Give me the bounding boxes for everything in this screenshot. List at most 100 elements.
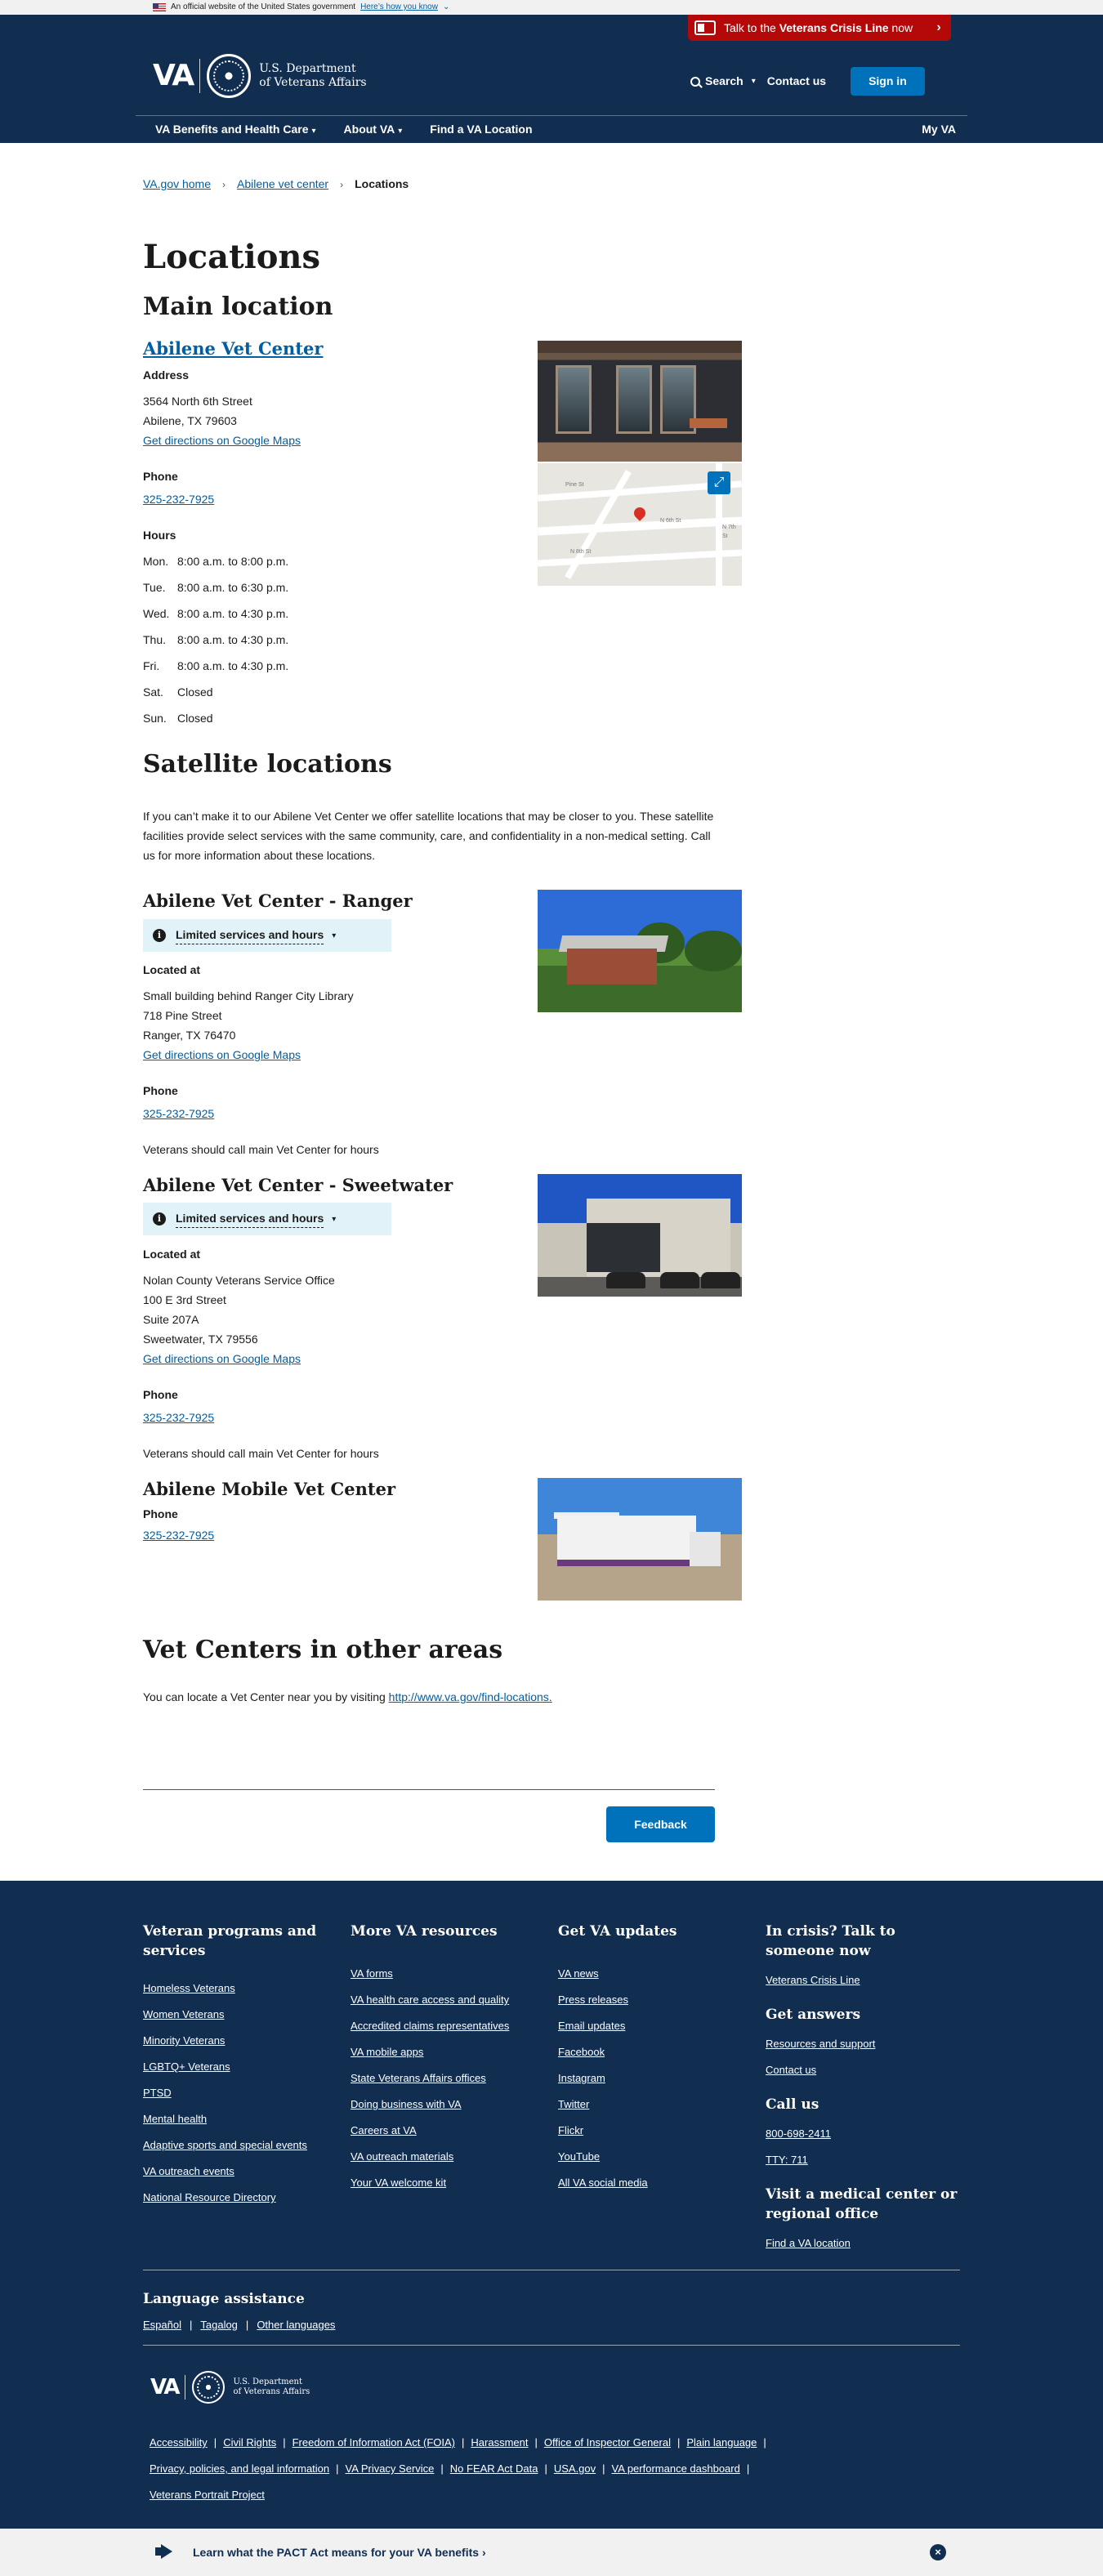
footer-link[interactable]: Office of Inspector General <box>544 2430 671 2456</box>
address-line: Nolan County Veterans Service Office <box>143 1274 335 1287</box>
footer-heading: Language assistance <box>143 2291 305 2307</box>
language-link[interactable]: Other languages <box>257 2317 335 2333</box>
footer-link[interactable]: 800-698-2411 <box>766 2127 831 2140</box>
heres-how-you-know-link[interactable]: Here’s how you know <box>360 0 438 15</box>
footer-link[interactable]: PTSD <box>143 2087 172 2099</box>
va-wordmark: VA <box>150 2374 181 2400</box>
footer-link[interactable]: Find a VA location <box>766 2237 851 2249</box>
language-link[interactable]: Tagalog <box>200 2317 238 2333</box>
footer-link[interactable]: VA news <box>558 1967 599 1980</box>
ranger-photo <box>538 890 742 1012</box>
footer-link[interactable]: Careers at VA <box>351 2124 417 2136</box>
limited-services-toggle[interactable]: i Limited services and hours ▾ <box>143 919 391 952</box>
sign-in-button[interactable]: Sign in <box>851 67 925 96</box>
breadcrumb-home[interactable]: VA.gov home <box>143 176 211 193</box>
footer-link[interactable]: LGBTQ+ Veterans <box>143 2060 230 2073</box>
breadcrumb: VA.gov home › Abilene vet center › Locat… <box>143 176 409 193</box>
footer-link[interactable]: National Resource Directory <box>143 2191 276 2203</box>
close-icon[interactable]: × <box>930 2544 946 2560</box>
hours-table: Mon. 8:00 a.m. to 8:00 p.m. Tue. 8:00 a.m.… <box>143 548 301 731</box>
expand-map-icon[interactable]: ⤢ <box>708 471 730 494</box>
phone-link[interactable]: 325-232-7925 <box>143 1411 214 1424</box>
footer-link[interactable]: VA outreach materials <box>351 2150 453 2163</box>
footer-link[interactable]: Women Veterans <box>143 2008 224 2020</box>
phone-link[interactable]: 325-232-7925 <box>143 1107 214 1120</box>
footer-link[interactable]: Contact us <box>766 2064 816 2076</box>
my-va-link[interactable]: My VA <box>922 116 956 142</box>
footer-link[interactable]: VA performance dashboard <box>612 2456 740 2482</box>
nav-item-find-location[interactable]: Find a VA Location <box>430 116 532 145</box>
location-map[interactable]: Pine St N 6th St N 8th St N 7th St ⤢ <box>538 463 742 586</box>
footer-link[interactable]: Accredited claims representatives <box>351 2020 509 2032</box>
footer-link[interactable]: Freedom of Information Act (FOIA) <box>292 2430 455 2456</box>
footer-link[interactable]: Veterans Crisis Line <box>766 1974 860 1986</box>
crisis-line-button[interactable]: Talk to the Veterans Crisis Line now › <box>688 15 951 41</box>
footer-link[interactable]: Plain language <box>686 2430 757 2456</box>
footer-link[interactable]: USA.gov <box>554 2456 596 2482</box>
footer-link[interactable]: Veterans Portrait Project <box>150 2482 265 2508</box>
limited-services-toggle[interactable]: i Limited services and hours ▾ <box>143 1203 391 1235</box>
main-location-heading: Main location <box>143 292 333 321</box>
satellite-heading: Satellite locations <box>143 750 392 779</box>
footer-link[interactable]: VA outreach events <box>143 2165 234 2177</box>
footer-link[interactable]: Email updates <box>558 2020 625 2032</box>
chevron-down-icon: ▾ <box>398 127 403 136</box>
footer-link[interactable]: Privacy, policies, and legal information <box>150 2456 329 2482</box>
footer-link[interactable]: Civil Rights <box>223 2430 276 2456</box>
phone-link[interactable]: 325-232-7925 <box>143 1529 214 1542</box>
footer-link[interactable]: YouTube <box>558 2150 600 2163</box>
footer-link[interactable]: VA mobile apps <box>351 2046 423 2058</box>
directions-link[interactable]: Get directions on Google Maps <box>143 434 301 447</box>
footer-link[interactable]: VA forms <box>351 1967 393 1980</box>
breadcrumb-vet-center[interactable]: Abilene vet center <box>237 176 328 193</box>
footer-link[interactable]: Adaptive sports and special events <box>143 2139 307 2151</box>
footer-heading: More VA resources <box>351 1923 498 1940</box>
chevron-right-icon: › <box>936 20 941 34</box>
footer-link[interactable]: Flickr <box>558 2124 583 2136</box>
footer-heading: Get answers <box>766 2007 861 2023</box>
footer-link[interactable]: Doing business with VA <box>351 2098 462 2110</box>
footer-link[interactable]: VA Privacy Service <box>346 2456 435 2482</box>
pact-act-link[interactable]: Learn what the PACT Act means for your V… <box>193 2544 486 2561</box>
footer-link[interactable]: TTY: 711 <box>766 2154 808 2166</box>
footer-link[interactable]: Resources and support <box>766 2038 875 2050</box>
footer-link[interactable]: Instagram <box>558 2072 605 2084</box>
search-button[interactable]: Search ▾ <box>690 73 756 90</box>
main-location-name-link[interactable]: Abilene Vet Center <box>143 336 323 362</box>
official-gov-banner: An official website of the United States… <box>0 0 1103 15</box>
feedback-button[interactable]: Feedback <box>606 1806 715 1842</box>
footer-link[interactable]: Accessibility <box>150 2430 208 2456</box>
directions-link[interactable]: Get directions on Google Maps <box>143 1048 301 1061</box>
footer-link[interactable]: Harassment <box>471 2430 528 2456</box>
va-logo[interactable]: VA U.S. Department of Veterans Affairs <box>153 54 367 98</box>
nav-item-about[interactable]: About VA ▾ <box>344 116 403 145</box>
footer-link[interactable]: Twitter <box>558 2098 589 2110</box>
footer-link[interactable]: State Veterans Affairs offices <box>351 2072 486 2084</box>
va-wordmark: VA <box>153 59 194 92</box>
ranger-details: Located at Small building behind Ranger … <box>143 960 379 1159</box>
nav-item-benefits[interactable]: VA Benefits and Health Care ▾ <box>155 116 316 145</box>
footer-va-logo[interactable]: VA U.S. Department of Veterans Affairs <box>150 2371 310 2404</box>
language-link[interactable]: Español <box>143 2317 181 2333</box>
directions-link[interactable]: Get directions on Google Maps <box>143 1352 301 1365</box>
footer-link[interactable]: Your VA welcome kit <box>351 2176 446 2189</box>
footer-link[interactable]: No FEAR Act Data <box>450 2456 538 2482</box>
hours-row: Sun. Closed <box>143 712 213 725</box>
phone-link[interactable]: 325-232-7925 <box>143 493 214 506</box>
footer-link[interactable]: Facebook <box>558 2046 605 2058</box>
footer-link[interactable]: Mental health <box>143 2113 207 2125</box>
footer-heading: Call us <box>766 2096 819 2113</box>
footer-link[interactable]: All VA social media <box>558 2176 648 2189</box>
footer-link[interactable]: VA health care access and quality <box>351 1993 509 2006</box>
hours-row: Tue. 8:00 a.m. to 6:30 p.m. <box>143 581 289 594</box>
mobile-vet-center-photo <box>538 1478 742 1601</box>
other-areas-heading: Vet Centers in other areas <box>143 1636 503 1664</box>
footer-link[interactable]: Homeless Veterans <box>143 1982 235 1994</box>
satellite-intro: If you can’t make it to our Abilene Vet … <box>143 810 714 862</box>
footer-link[interactable]: Press releases <box>558 1993 628 2006</box>
footer-link[interactable]: Minority Veterans <box>143 2034 225 2047</box>
address-line: Abilene, TX 79603 <box>143 414 237 427</box>
contact-us-link[interactable]: Contact us <box>767 73 826 90</box>
find-locations-link[interactable]: http://www.va.gov/find-locations. <box>389 1690 552 1703</box>
phone-label: Phone <box>143 1084 178 1097</box>
